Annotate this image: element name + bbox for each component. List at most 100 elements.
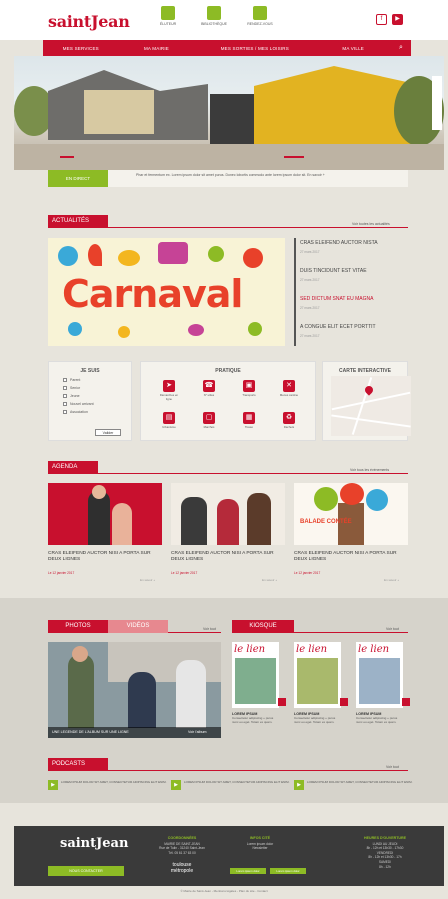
pratique-urbanisme[interactable]: ▤ Urbanisme (159, 412, 179, 429)
event-image[interactable] (171, 483, 285, 545)
checkbox-parent[interactable]: Parent (63, 378, 131, 382)
tab-videos[interactable]: VIDÉOS (108, 620, 168, 633)
event-date: Le 12 janvier 2017 (294, 571, 321, 575)
magazine-cover[interactable]: le lien (356, 642, 403, 708)
podcast-item[interactable]: ▶ LOREM IPSUM DOLOR SIT AMET, CONSECTETUR… (171, 780, 291, 790)
news-item[interactable]: DUIS TINCIDUNT EST VITAE 27 mars 2017 (300, 268, 367, 282)
podcasts-link[interactable]: Voir tout (386, 765, 399, 769)
live-button[interactable]: EN DIRECT (48, 170, 108, 187)
book-icon (207, 6, 221, 20)
play-icon: ▶ (294, 780, 304, 790)
checkbox-senior[interactable]: Senior (63, 386, 131, 390)
site-footer: saintJean NOUS CONTACTER toulouse métrop… (14, 826, 444, 886)
pratique-dechets[interactable]: ♻ Déchets (279, 412, 299, 429)
section-title-agenda: AGENDA (48, 461, 98, 474)
page: saintJean ÉLUTEUR BIBLIOTHÈQUE RENDEZ-VO… (0, 0, 448, 899)
pratique-menus[interactable]: ✕ Menus cantine (279, 380, 299, 397)
carte-widget[interactable]: CARTE INTERACTIVE (322, 361, 411, 441)
trash-icon: ♻ (283, 412, 295, 424)
magazine-cover[interactable]: le lien (294, 642, 341, 708)
pratique-numeros[interactable]: ☎ N° utiles (199, 380, 219, 397)
site-logo[interactable]: saintJean (48, 12, 130, 31)
main-nav: MES SERVICES MA MAIRIE MES SORTIES / MES… (43, 40, 411, 56)
play-icon: ▶ (171, 780, 181, 790)
search-icon[interactable]: ⌕ (391, 44, 411, 52)
poster-title: BALADE CONTÉE (300, 519, 352, 525)
event-title[interactable]: CRAS ELEIFEND AUCTOR NISI A PORTA SUR DE… (171, 551, 285, 563)
section-divider (168, 632, 221, 633)
photo-caption-bar: UNE LEGENDE DE L'ALBUM SUR UNE LIGNE Voi… (48, 727, 221, 738)
facebook-icon[interactable]: f (376, 14, 387, 25)
building-right (254, 66, 414, 146)
footer-small-button[interactable]: Lorem ipsum dolor (270, 868, 306, 874)
site-header: saintJean ÉLUTEUR BIBLIOTHÈQUE RENDEZ-VO… (0, 0, 448, 40)
event-image[interactable] (48, 483, 162, 545)
footer-coordonnees: COORDONNÉES MAIRIE DE SAINT-JEAN Rue de … (159, 836, 205, 855)
quick-link-rendez-vous[interactable]: RENDEZ-VOUS (238, 6, 282, 26)
event-title[interactable]: CRAS ELEIFEND AUCTOR NISI A PORTA SUR DE… (294, 551, 408, 563)
doc-icon: ▤ (163, 412, 175, 424)
podcast-item[interactable]: ▶ LOREM IPSUM DOLOR SIT AMET, CONSECTETUR… (294, 780, 414, 790)
interactive-map[interactable] (331, 376, 411, 436)
footer-small-button[interactable]: Lorem ipsum dolor (230, 868, 266, 874)
pratique-widget: PRATIQUE ➤ Démarches en ligne ☎ N° utiles … (140, 361, 316, 441)
section-divider (294, 632, 408, 633)
section-title-actualites: ACTUALITÉS (48, 215, 108, 228)
kiosque-link[interactable]: Voir tout (386, 627, 399, 631)
section-divider (108, 227, 408, 228)
event-more-link[interactable]: En savoir + (140, 578, 155, 582)
youtube-icon[interactable]: ▶ (392, 14, 403, 25)
checkbox-jeune[interactable]: Jeune (63, 394, 131, 398)
nav-item-mairie[interactable]: MA MAIRIE (119, 46, 195, 51)
footer-horaires: HEURES D'OUVERTURE LUNDI AU JEUDI 8h - 1… (364, 836, 406, 869)
pratique-marches[interactable]: ▢ Marchés (199, 412, 219, 429)
checkbox-nouvel-arrivant[interactable]: Nouvel arrivant (63, 402, 131, 406)
all-events-link[interactable]: Voir tous les événements (350, 468, 389, 472)
je-suis-widget: JE SUIS Parent Senior Jeune Nouvel arriv… (48, 361, 132, 441)
quick-link-eluteur[interactable]: ÉLUTEUR (146, 6, 190, 26)
cursor-icon: ➤ (163, 380, 175, 392)
photo-caption: UNE LEGENDE DE L'ALBUM SUR UNE LIGNE (52, 730, 129, 734)
all-news-link[interactable]: Voir toutes les actualités (352, 222, 390, 226)
news-item[interactable]: CRAS ELEIFEND AUCTOR NISTA 27 mars 2017 (300, 240, 378, 254)
event-image[interactable]: BALADE CONTÉE (294, 483, 408, 545)
podcast-item[interactable]: ▶ LOREM IPSUM DOLOR SIT AMET, CONSECTETUR… (48, 780, 168, 790)
checkbox-association[interactable]: Association (63, 410, 131, 414)
nav-item-services[interactable]: MES SERVICES (43, 46, 119, 51)
valider-button[interactable]: Valider (95, 429, 121, 436)
magazine-text: LOREM IPSUM Consectetur adipiscing + puru… (356, 712, 398, 724)
contact-button[interactable]: NOUS CONTACTER (48, 866, 124, 876)
quick-link-bibliotheque[interactable]: BIBLIOTHÈQUE (192, 6, 236, 26)
fork-icon: ✕ (283, 380, 295, 392)
album-link[interactable]: Voir l'album (188, 730, 206, 734)
all-media-link[interactable]: Voir tout (203, 627, 216, 631)
pratique-tisseo[interactable]: ▦ Tisséo (239, 412, 259, 429)
magazine-cover[interactable]: le lien (232, 642, 279, 708)
partner-logo[interactable]: toulouse métropole (162, 862, 202, 874)
event-more-link[interactable]: En savoir + (262, 578, 277, 582)
event-date: Le 12 janvier 2017 (171, 571, 198, 575)
footer-logo[interactable]: saintJean (60, 836, 128, 851)
section-divider (98, 473, 408, 474)
live-text: Phar et fermentum ex. Lorem ipsum dolor … (136, 173, 325, 177)
event-more-link[interactable]: En savoir + (384, 578, 399, 582)
ballot-icon (161, 6, 175, 20)
photo-album-image[interactable]: UNE LEGENDE DE L'ALBUM SUR UNE LIGNE Voi… (48, 642, 221, 738)
nav-item-sorties[interactable]: MES SORTIES / MES LOISIRS (194, 46, 315, 51)
section-title-podcasts: PODCASTS (48, 758, 108, 771)
hero-image (14, 56, 444, 170)
copyright: © Mairie de Saint-Jean - Mentions légale… (180, 889, 268, 893)
news-item[interactable]: A CONGUE ELIT ECET PORTTIT 27 mars 2017 (300, 324, 376, 338)
download-icon[interactable] (340, 698, 348, 706)
tab-photos[interactable]: PHOTOS (48, 620, 108, 633)
event-title[interactable]: CRAS ELEIFEND AUCTOR NISI A PORTA SUR DE… (48, 551, 162, 563)
news-item[interactable]: SED DICTUM SNAT EU MAGNA 27 mars 2017 (300, 296, 373, 310)
bus2-icon: ▦ (243, 412, 255, 424)
magazine-text: LOREM IPSUM Consectetur adipiscing + puru… (294, 712, 336, 724)
featured-news-image[interactable]: Carnaval (48, 238, 285, 346)
nav-item-ville[interactable]: MA VILLE (315, 46, 391, 51)
download-icon[interactable] (278, 698, 286, 706)
download-icon[interactable] (402, 698, 410, 706)
pratique-transports[interactable]: ▣ Transports (239, 380, 259, 397)
pratique-demarches[interactable]: ➤ Démarches en ligne (159, 380, 179, 401)
